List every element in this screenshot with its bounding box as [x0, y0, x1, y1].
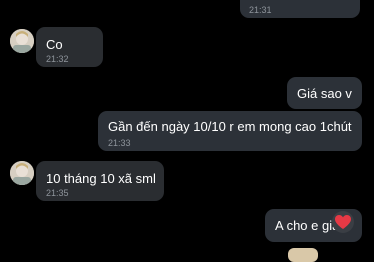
message-bubble-outgoing[interactable]: Giá sao v — [287, 77, 362, 109]
message-time: 21:31 — [249, 5, 272, 15]
avatar-image — [10, 29, 34, 53]
heart-icon — [335, 215, 351, 229]
message-bubble-incoming[interactable]: Co 21:32 — [36, 27, 103, 67]
message-time: 21:33 — [108, 138, 131, 148]
message-bubble-outgoing[interactable]: Gần đến ngày 10/10 r em mong cao 1chút 2… — [98, 111, 362, 151]
sticker-image[interactable] — [288, 248, 318, 262]
message-text: Co — [46, 37, 63, 52]
message-time: 21:35 — [46, 188, 69, 198]
avatar-image — [10, 161, 34, 185]
message-text: Giá sao v — [297, 86, 352, 101]
message-bubble-outgoing[interactable]: 21:31 — [240, 0, 360, 18]
message-text: 10 tháng 10 xã sml — [46, 171, 156, 186]
message-text: Gần đến ngày 10/10 r em mong cao 1chút — [108, 119, 352, 134]
message-time: 21:32 — [46, 54, 69, 64]
contact-avatar[interactable] — [10, 29, 34, 53]
contact-avatar[interactable] — [10, 161, 34, 185]
message-text: A cho e giá — [275, 218, 340, 233]
message-reaction[interactable] — [332, 211, 354, 233]
message-bubble-incoming[interactable]: 10 tháng 10 xã sml 21:35 — [36, 161, 164, 201]
